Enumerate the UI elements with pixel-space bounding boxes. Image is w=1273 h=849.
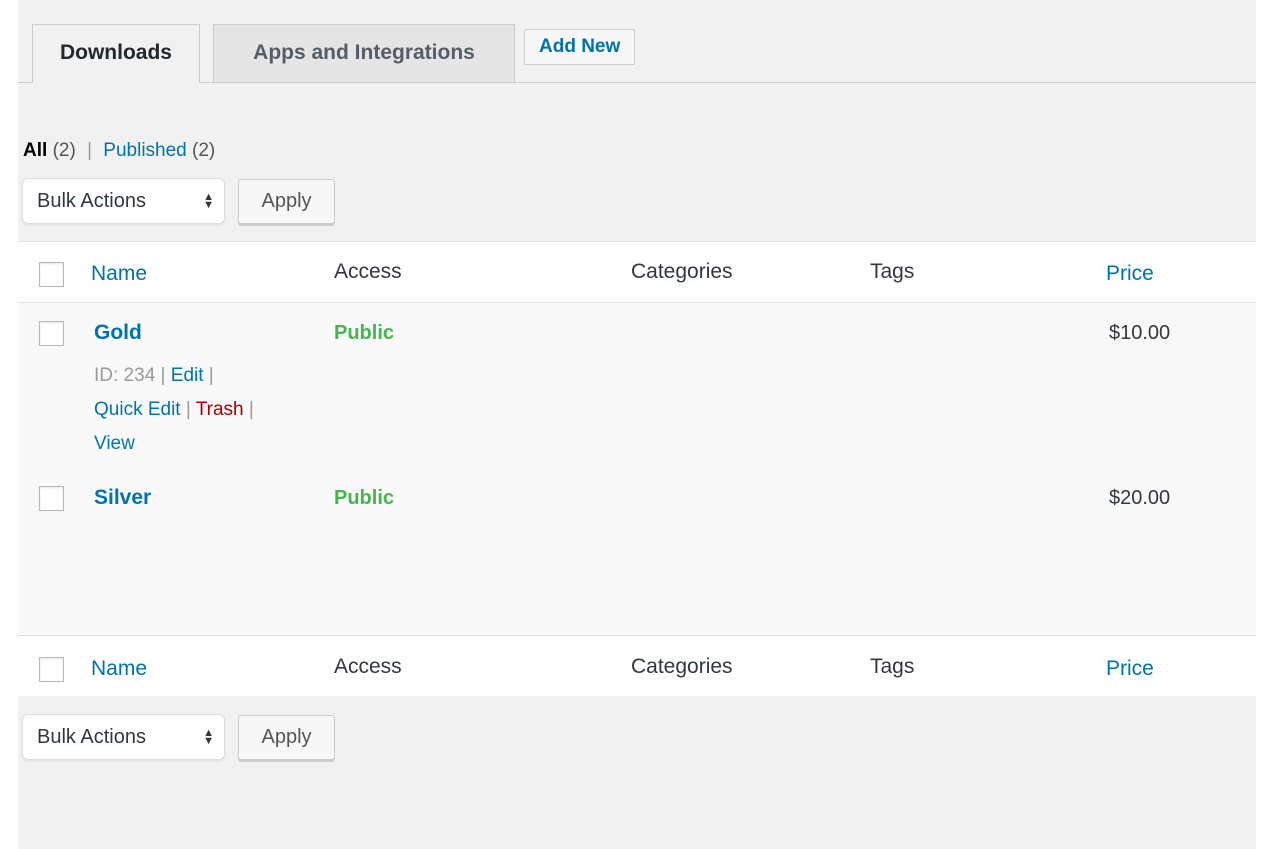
filter-published[interactable]: Published — [103, 140, 186, 161]
column-tags: Tags — [870, 260, 915, 283]
select-arrows-icon: ▲ ▼ — [203, 190, 214, 211]
action-separator: | — [248, 399, 254, 420]
table-header: Name Access Categories Tags Price — [18, 242, 1256, 303]
bulk-actions-label: Bulk Actions — [37, 190, 146, 212]
tab-apps-and-integrations[interactable]: Apps and Integrations — [213, 24, 515, 82]
trash-link[interactable]: Trash — [196, 399, 244, 420]
tab-downloads[interactable]: Downloads — [32, 24, 200, 83]
table-footer: Name Access Categories Tags Price — [18, 635, 1256, 696]
access-status: Public — [334, 487, 395, 509]
filter-all[interactable]: All — [23, 140, 47, 161]
column-price[interactable]: Price — [1106, 656, 1154, 682]
column-categories: Categories — [631, 655, 733, 678]
row-checkbox[interactable] — [39, 321, 64, 346]
edit-link[interactable]: Edit — [171, 365, 204, 386]
filter-separator: | — [87, 140, 93, 161]
nav-tabs: Downloads Apps and Integrations Add New — [18, 0, 1256, 83]
select-all-checkbox[interactable] — [39, 262, 64, 287]
column-name[interactable]: Name — [91, 656, 147, 682]
view-link[interactable]: View — [94, 433, 135, 454]
column-categories: Categories — [631, 260, 733, 283]
bulk-actions-label: Bulk Actions — [37, 726, 146, 748]
row-checkbox[interactable] — [39, 486, 64, 511]
action-separator: | — [160, 365, 166, 386]
column-access: Access — [334, 260, 402, 283]
apply-button[interactable]: Apply — [238, 715, 335, 760]
select-all-checkbox[interactable] — [39, 657, 64, 682]
filter-published-count: (2) — [192, 140, 216, 161]
bulk-actions-select[interactable]: Bulk Actions ▲ ▼ — [22, 178, 225, 224]
access-status: Public — [334, 322, 395, 344]
downloads-table: Name Access Categories Tags Price Gold P… — [18, 241, 1256, 696]
table-row: Gold Public $10.00 ID: 234 | Edit | Quic… — [18, 303, 1256, 468]
filter-all-count: (2) — [52, 140, 76, 161]
row-price: $20.00 — [1109, 487, 1171, 509]
admin-content: Downloads Apps and Integrations Add New … — [18, 0, 1256, 849]
action-separator: | — [185, 399, 191, 420]
row-actions: ID: 234 | Edit | Quick Edit | Trash | Vi… — [94, 359, 314, 461]
apply-button[interactable]: Apply — [238, 179, 335, 224]
row-id: ID: 234 — [94, 365, 156, 386]
column-name[interactable]: Name — [91, 261, 147, 287]
column-price[interactable]: Price — [1106, 261, 1154, 287]
select-arrows-icon: ▲ ▼ — [203, 726, 214, 747]
column-tags: Tags — [870, 655, 915, 678]
status-filters: All (2) | Published (2) — [23, 140, 215, 162]
quick-edit-link[interactable]: Quick Edit — [94, 399, 181, 420]
row-title-link[interactable]: Silver — [94, 486, 151, 510]
table-row: Silver Public $20.00 — [18, 468, 1256, 634]
add-new-button[interactable]: Add New — [524, 29, 636, 65]
bulk-actions-select[interactable]: Bulk Actions ▲ ▼ — [22, 714, 225, 760]
row-price: $10.00 — [1109, 322, 1171, 344]
row-title-link[interactable]: Gold — [94, 321, 142, 345]
action-separator: | — [208, 365, 214, 386]
column-access: Access — [334, 655, 402, 678]
